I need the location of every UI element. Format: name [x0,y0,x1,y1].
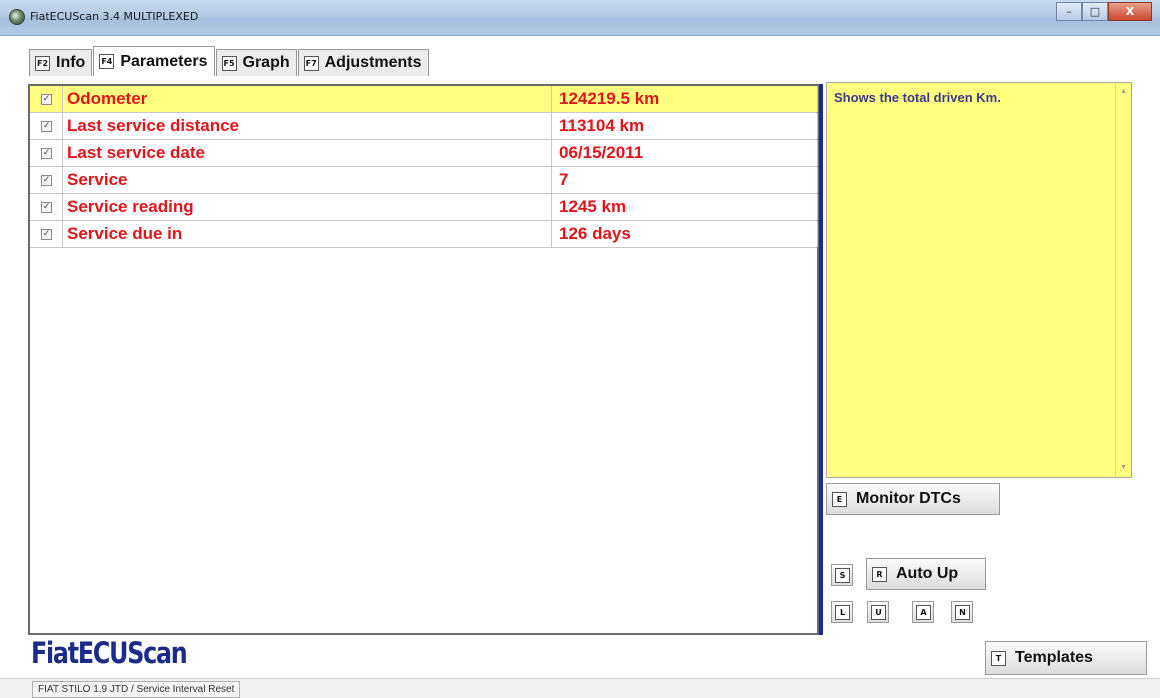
a-key-icon: A [916,605,931,620]
status-text: FIAT STILO 1.9 JTD / Service Interval Re… [32,681,241,698]
scroll-up-icon[interactable]: ▲ [1116,85,1131,99]
parameter-value: 124219.5 km [559,89,660,108]
f4-key-icon: F4 [99,54,115,69]
u-key-icon: U [871,605,886,620]
button-label: Templates [1015,649,1093,666]
scroll-down-icon[interactable]: ▼ [1116,461,1131,475]
checkbox-icon[interactable]: ✓ [41,175,52,186]
window-controls: – □ X [1056,2,1152,22]
button-label: Monitor DTCs [856,490,961,507]
fiatecuscan-logo: FiatECUScan [31,636,188,670]
parameter-name: Service [67,170,128,189]
a-button[interactable]: A [912,601,934,623]
f7-key-icon: F7 [303,55,319,71]
close-button[interactable]: X [1108,2,1152,21]
monitor-dtcs-button[interactable]: E Monitor DTCs [826,483,1000,515]
tab-bar: F2 Info F4 Parameters F5 Graph F7 Adjust… [29,46,430,76]
s-key-icon: S [835,568,850,583]
tab-graph[interactable]: F5 Graph [215,49,297,76]
parameter-value: 7 [559,170,569,189]
checkbox-icon[interactable]: ✓ [41,94,52,105]
app-window: FiatECUScan 3.4 MULTIPLEXED – □ X F2 Inf… [0,0,1160,698]
description-text: Shows the total driven Km. [834,90,1001,105]
parameter-name: Odometer [67,89,148,108]
l-key-icon: L [835,605,850,620]
checkbox-icon[interactable]: ✓ [41,202,52,213]
l-button[interactable]: L [831,601,853,623]
parameter-name: Last service date [67,143,205,162]
minimize-button[interactable]: – [1056,2,1082,21]
f5-key-icon: F5 [221,55,237,71]
parameter-name: Service due in [67,224,183,243]
window-title: FiatECUScan 3.4 MULTIPLEXED [30,10,199,23]
parameter-row-last-service-distance[interactable]: ✓ Last service distance 113104 km [30,113,818,140]
parameter-row-odometer[interactable]: ✓ Odometer 124219.5 km [30,86,818,113]
parameter-row-service-reading[interactable]: ✓ Service reading 1245 km [30,194,818,221]
parameter-row-service[interactable]: ✓ Service 7 [30,167,818,194]
parameter-value: 06/15/2011 [559,143,644,162]
f2-key-icon: F2 [35,55,50,71]
r-key-icon: R [872,566,887,582]
description-scrollbar[interactable]: ▲ ▼ [1115,83,1131,477]
tab-info[interactable]: F2 Info [29,49,93,76]
s-button[interactable]: S [831,564,853,586]
parameter-row-service-due-in[interactable]: ✓ Service due in 126 days [30,221,818,248]
parameter-row-last-service-date[interactable]: ✓ Last service date 06/15/2011 [30,140,818,167]
checkbox-icon[interactable]: ✓ [41,229,52,240]
tab-label: Info [56,54,86,71]
n-key-icon: N [955,605,970,620]
t-key-icon: T [991,650,1006,666]
n-button[interactable]: N [951,601,973,623]
maximize-button[interactable]: □ [1082,2,1108,21]
panel-splitter[interactable] [819,84,823,635]
checkbox-icon[interactable]: ✓ [41,121,52,132]
tab-label: Adjustments [324,54,422,71]
tab-label: Graph [242,54,290,71]
parameter-name: Last service distance [67,116,239,135]
title-bar: FiatECUScan 3.4 MULTIPLEXED – □ X [0,0,1160,36]
tab-adjustments[interactable]: F7 Adjustments [297,49,429,76]
tab-parameters[interactable]: F4 Parameters [93,46,215,76]
tab-label: Parameters [120,52,208,70]
checkbox-icon[interactable]: ✓ [41,148,52,159]
auto-up-button[interactable]: R Auto Up [866,558,986,590]
status-bar: FIAT STILO 1.9 JTD / Service Interval Re… [0,678,1160,698]
templates-button[interactable]: T Templates [985,641,1147,675]
parameter-table: ✓ Odometer 124219.5 km ✓ Last service di… [28,84,819,635]
parameter-value: 1245 km [559,197,627,216]
app-icon [9,9,25,25]
u-button[interactable]: U [867,601,889,623]
e-key-icon: E [832,491,847,507]
parameter-value: 113104 km [559,116,645,135]
description-panel: Shows the total driven Km. ▲ ▼ [826,82,1132,478]
button-label: Auto Up [896,565,959,582]
parameter-value: 126 days [559,224,631,243]
parameter-name: Service reading [67,197,194,216]
